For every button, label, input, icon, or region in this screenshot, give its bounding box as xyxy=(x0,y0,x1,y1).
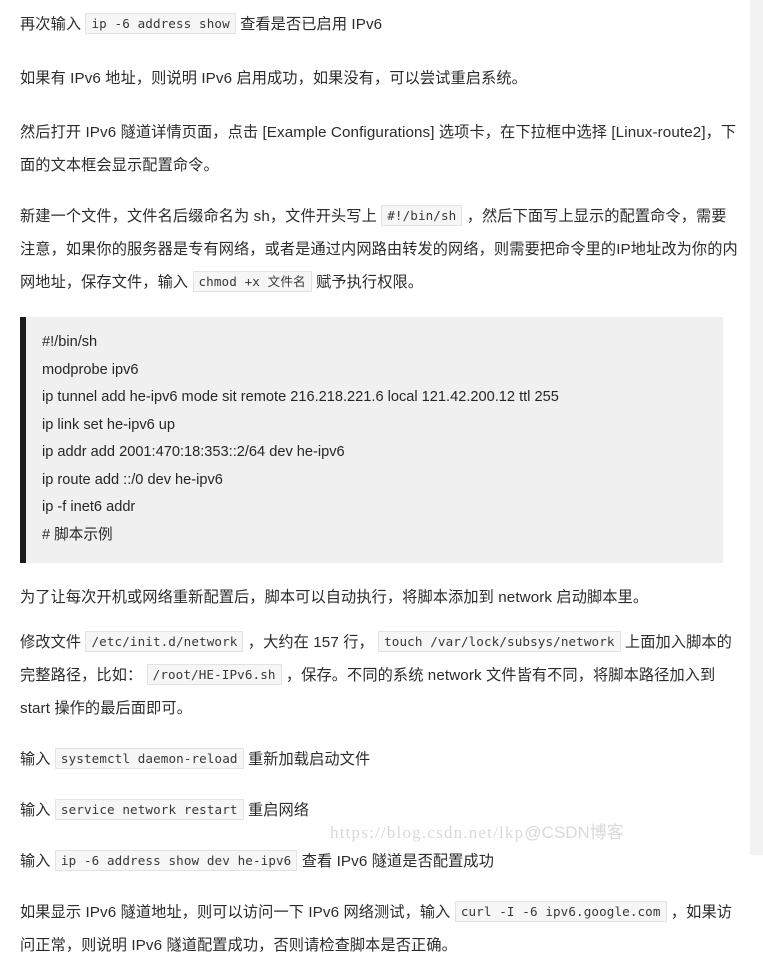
code-line: ip addr add 2001:470:18:353::2/64 dev he… xyxy=(42,444,345,460)
paragraph-text: 赋予执行权限。 xyxy=(316,274,424,291)
paragraph-text: ，大约在 157 行， xyxy=(247,634,374,651)
paragraph-curl-test: 如果显示 IPv6 隧道地址，则可以访问一下 IPv6 网络测试，输入 curl… xyxy=(20,896,740,962)
paragraph-create-script-file: 新建一个文件，文件名后缀命名为 sh，文件开头写上 #!/bin/sh ，然后下… xyxy=(20,200,740,299)
code-line: # 脚本示例 xyxy=(42,526,113,543)
code-line: ip tunnel add he-ipv6 mode sit remote 21… xyxy=(42,389,559,405)
inline-code-ip-address-show[interactable]: ip -6 address show xyxy=(85,13,236,34)
paragraph-text: 查看 IPv6 隧道是否配置成功 xyxy=(301,853,495,870)
inline-code-ip-show-dev-he-ipv6[interactable]: ip -6 address show dev he-ipv6 xyxy=(54,850,298,871)
paragraph-text: 如果显示 IPv6 隧道地址，则可以访问一下 IPv6 网络测试，输入 xyxy=(20,904,451,921)
paragraph-text: 新建一个文件，文件名后缀命名为 sh，文件开头写上 xyxy=(20,208,377,225)
paragraph-text: 输入 xyxy=(20,751,51,768)
right-gutter xyxy=(749,0,763,855)
paragraph-autostart-note: 为了让每次开机或网络重新配置后，脚本可以自动执行，将脚本添加到 network … xyxy=(20,589,649,606)
paragraph-text: 查看是否已启用 IPv6 xyxy=(240,16,383,33)
code-line: #!/bin/sh xyxy=(42,334,98,350)
paragraph-open-tunnel-details: 然后打开 IPv6 隧道详情页面，点击 [Example Configurati… xyxy=(20,124,737,174)
code-line: ip route add ::/0 dev he-ipv6 xyxy=(42,471,223,488)
paragraph-restart-network: 输入 service network restart 重启网络 xyxy=(20,794,740,827)
paragraph-ipv6-success: 如果有 IPv6 地址，则说明 IPv6 启用成功，如果没有，可以尝试重启系统。 xyxy=(20,70,527,87)
inline-code-chmod[interactable]: chmod +x 文件名 xyxy=(192,271,312,292)
inline-code-network-init-path[interactable]: /etc/init.d/network xyxy=(85,631,244,652)
inline-code-touch-lock[interactable]: touch /var/lock/subsys/network xyxy=(378,631,621,652)
code-block-tunnel-script[interactable]: #!/bin/sh modprobe ipv6 ip tunnel add he… xyxy=(20,317,723,563)
code-line: ip -f inet6 addr xyxy=(42,499,136,515)
paragraph-verify-ipv6: 再次输入 ip -6 address show 查看是否已启用 IPv6 xyxy=(20,8,740,41)
paragraph-text: 输入 xyxy=(20,802,51,819)
inline-code-service-network-restart[interactable]: service network restart xyxy=(54,799,244,820)
inline-code-curl-ipv6-google[interactable]: curl -I -6 ipv6.google.com xyxy=(454,901,667,922)
paragraph-text: 重启网络 xyxy=(247,802,310,819)
paragraph-modify-network-file: 修改文件 /etc/init.d/network ，大约在 157 行， tou… xyxy=(20,626,740,725)
inline-code-systemctl-daemon-reload[interactable]: systemctl daemon-reload xyxy=(54,748,244,769)
paragraph-check-tunnel: 输入 ip -6 address show dev he-ipv6 查看 IPv… xyxy=(20,845,740,878)
paragraph-text: 再次输入 xyxy=(20,16,82,33)
inline-code-script-path[interactable]: /root/HE-IPv6.sh xyxy=(146,664,282,685)
code-line: ip link set he-ipv6 up xyxy=(42,416,176,433)
paragraph-text: 输入 xyxy=(20,853,51,870)
code-line: modprobe ipv6 xyxy=(42,361,139,378)
paragraph-text: 重新加载启动文件 xyxy=(247,751,371,768)
inline-code-shebang[interactable]: #!/bin/sh xyxy=(381,205,463,226)
paragraph-text: 修改文件 xyxy=(20,634,82,651)
paragraph-daemon-reload: 输入 systemctl daemon-reload 重新加载启动文件 xyxy=(20,743,740,776)
article-body: 再次输入 ip -6 address show 查看是否已启用 IPv6 如果有… xyxy=(0,0,750,954)
